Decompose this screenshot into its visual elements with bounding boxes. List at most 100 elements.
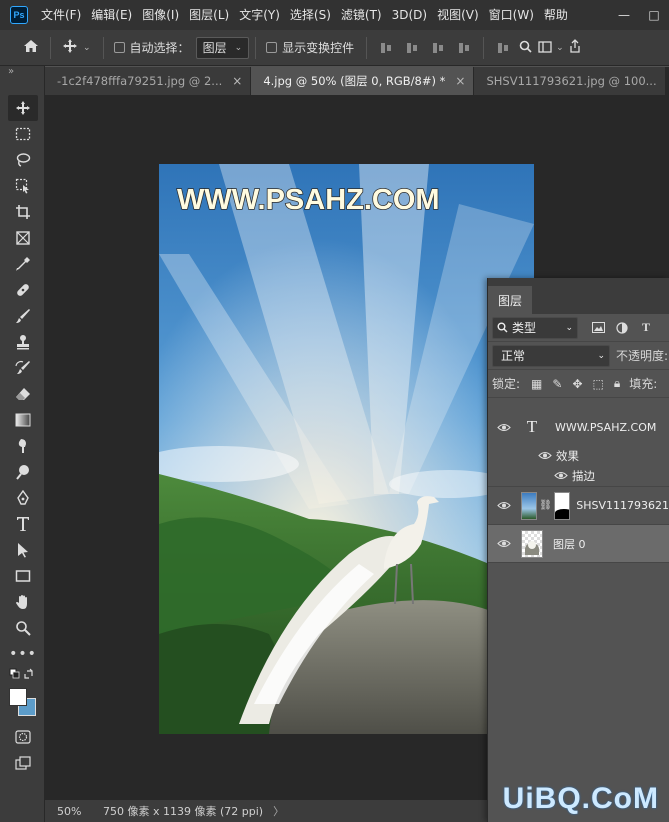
brush-tool-icon[interactable] xyxy=(8,303,38,329)
eye-icon[interactable] xyxy=(497,420,511,434)
tab-label: -1c2f478fffa79251.jpg @ 2... xyxy=(57,74,223,88)
type-tool-icon[interactable] xyxy=(8,511,38,537)
layer-filter-value: 类型 xyxy=(512,321,537,335)
stroke-effect-label: 描边 xyxy=(572,468,595,483)
tab-document-3[interactable]: SHSV111793621.jpg @ 100... xyxy=(474,67,666,95)
auto-select-target-value: 图层 xyxy=(202,41,227,55)
effects-row[interactable]: 效果 xyxy=(488,446,669,465)
chevron-right-icon[interactable]: 〉 xyxy=(273,803,284,819)
menu-file[interactable]: 文件(F) xyxy=(36,0,86,30)
more-tools-icon[interactable]: ••• xyxy=(8,641,38,667)
marquee-tool-icon[interactable] xyxy=(8,121,38,147)
collapse-panel-icon[interactable]: » xyxy=(8,66,14,77)
tab-label: 4.jpg @ 50% (图层 0, RGB/8#) * xyxy=(263,74,446,88)
eye-icon[interactable] xyxy=(538,449,552,463)
auto-select-target-dropdown[interactable]: 图层 ⌄ xyxy=(195,36,250,59)
lock-image-icon[interactable]: ✎ xyxy=(552,377,562,391)
zoom-level[interactable]: 50% xyxy=(45,805,85,818)
color-swatches[interactable] xyxy=(8,686,38,720)
pixel-filter-icon[interactable] xyxy=(590,321,606,335)
hand-tool-icon[interactable] xyxy=(8,589,38,615)
menu-edit[interactable]: 编辑(E) xyxy=(86,0,137,30)
minimize-button[interactable]: — xyxy=(609,0,639,30)
eraser-tool-icon[interactable] xyxy=(8,381,38,407)
stroke-effect-row[interactable]: 描边 xyxy=(488,465,669,487)
screen-mode-icon[interactable] xyxy=(8,750,38,776)
blend-mode-dropdown[interactable]: 正常 ⌄ xyxy=(492,344,610,367)
menu-image[interactable]: 图像(I) xyxy=(137,0,184,30)
layer-row-text[interactable]: T WWW.PSAHZ.COM xyxy=(488,408,669,446)
crop-tool-icon[interactable] xyxy=(8,199,38,225)
gradient-tool-icon[interactable] xyxy=(8,407,38,433)
foreground-color-swatch[interactable] xyxy=(9,688,27,706)
home-icon[interactable] xyxy=(18,39,44,57)
layer-row-image[interactable]: 图层 0 xyxy=(488,525,669,563)
window-controls: — □ xyxy=(609,0,669,30)
close-icon[interactable]: × xyxy=(232,74,242,88)
eye-icon[interactable] xyxy=(497,537,511,551)
chevron-down-icon[interactable]: ⌄ xyxy=(556,43,564,53)
document-info: 750 像素 x 1139 像素 (72 ppi) xyxy=(103,805,264,818)
menu-help[interactable]: 帮助 xyxy=(539,0,573,30)
healing-brush-tool-icon[interactable] xyxy=(8,277,38,303)
move-tool-icon[interactable] xyxy=(8,95,38,121)
layer-row-masked[interactable]: ⛓︎ SHSV111793621 xyxy=(488,487,669,525)
align-center-icon[interactable] xyxy=(405,41,419,55)
maximize-button[interactable]: □ xyxy=(639,0,669,30)
rectangle-tool-icon[interactable] xyxy=(8,563,38,589)
eye-icon[interactable] xyxy=(497,499,511,513)
layer-filter-row: 类型 ⌄ T xyxy=(488,314,669,342)
default-colors-icon[interactable] xyxy=(8,666,38,684)
lock-all-icon[interactable]: 🔒︎ xyxy=(614,376,620,391)
close-icon[interactable]: × xyxy=(455,74,465,88)
share-icon[interactable] xyxy=(564,38,586,57)
zoom-tool-icon[interactable] xyxy=(8,615,38,641)
workspace-icon[interactable] xyxy=(534,39,556,57)
menu-window[interactable]: 窗口(W) xyxy=(484,0,539,30)
history-brush-tool-icon[interactable] xyxy=(8,355,38,381)
menu-select[interactable]: 选择(S) xyxy=(285,0,336,30)
pen-tool-icon[interactable] xyxy=(8,485,38,511)
clone-stamp-tool-icon[interactable] xyxy=(8,329,38,355)
photoshop-logo[interactable]: Ps xyxy=(10,6,28,24)
auto-select-checkbox[interactable] xyxy=(113,42,125,53)
adjustment-filter-icon[interactable] xyxy=(614,321,630,335)
object-select-tool-icon[interactable] xyxy=(8,173,38,199)
menu-filter[interactable]: 滤镜(T) xyxy=(336,0,387,30)
lock-transparent-icon[interactable]: ▦ xyxy=(531,377,542,391)
link-icon[interactable]: ⛓︎ xyxy=(539,500,552,511)
eye-icon[interactable] xyxy=(554,469,568,483)
chevron-down-icon[interactable]: ⌄ xyxy=(83,43,91,53)
smudge-tool-icon[interactable] xyxy=(8,433,38,459)
tab-document-2[interactable]: 4.jpg @ 50% (图层 0, RGB/8#) * × xyxy=(251,67,475,95)
quick-mask-icon[interactable] xyxy=(8,724,38,750)
effects-label: 效果 xyxy=(556,448,579,463)
align-right-icon[interactable] xyxy=(431,41,445,55)
path-selection-tool-icon[interactable] xyxy=(8,537,38,563)
fill-label: 填充: xyxy=(629,377,658,391)
menu-layer[interactable]: 图层(L) xyxy=(184,0,234,30)
show-transform-checkbox[interactable] xyxy=(266,42,278,53)
tab-document-1[interactable]: -1c2f478fffa79251.jpg @ 2... × xyxy=(45,67,252,95)
frame-tool-icon[interactable] xyxy=(8,225,38,251)
tab-layers[interactable]: 图层 xyxy=(488,286,533,314)
move-tool-preset-icon[interactable] xyxy=(57,38,83,58)
menu-view[interactable]: 视图(V) xyxy=(432,0,484,30)
layer-filter-dropdown[interactable]: 类型 ⌄ xyxy=(492,316,578,339)
show-transform-label: 显示变换控件 xyxy=(282,41,355,55)
type-filter-icon[interactable]: T xyxy=(638,320,654,335)
lock-position-icon[interactable]: ✥ xyxy=(572,377,582,391)
eyedropper-tool-icon[interactable] xyxy=(8,251,38,277)
distribute-icon[interactable] xyxy=(457,41,471,55)
chevron-down-icon: ⌄ xyxy=(597,350,605,361)
document-canvas[interactable]: WWW.PSAHZ.COM xyxy=(159,164,534,734)
layer-mask-thumbnail[interactable] xyxy=(553,491,571,520)
lock-artboard-icon[interactable]: ⬚ xyxy=(593,377,604,391)
align-left-icon[interactable] xyxy=(379,41,393,55)
menu-type[interactable]: 文字(Y) xyxy=(234,0,285,30)
dodge-tool-icon[interactable] xyxy=(8,459,38,485)
search-icon[interactable] xyxy=(516,39,534,57)
lasso-tool-icon[interactable] xyxy=(8,147,38,173)
align-top-icon[interactable] xyxy=(496,41,510,55)
menu-3d[interactable]: 3D(D) xyxy=(387,0,432,30)
